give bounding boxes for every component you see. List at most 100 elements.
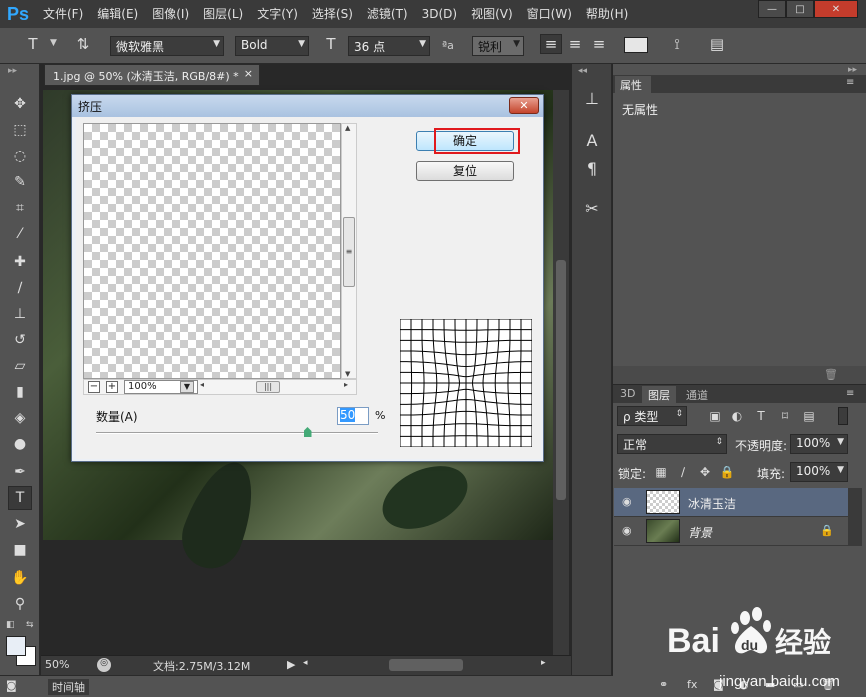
swap-colors-icon[interactable]: ⇆: [26, 620, 34, 630]
menu-item[interactable]: 帮助(H): [579, 0, 635, 28]
text-orientation-icon[interactable]: ⇅: [72, 34, 94, 54]
lock-image-icon[interactable]: ∕: [674, 463, 692, 481]
reset-button[interactable]: 复位: [416, 161, 514, 181]
status-menu-icon[interactable]: ▶: [287, 658, 295, 671]
collapse-panel-icon[interactable]: ▸▸: [848, 65, 857, 75]
collapse-toolbar-icon[interactable]: ▸▸: [8, 66, 17, 76]
opacity-input[interactable]: 100% ▼: [790, 434, 848, 454]
move-tool-icon[interactable]: ✥: [8, 92, 32, 116]
scroll-right-icon[interactable]: ▸: [541, 658, 546, 668]
filter-smart-object-icon[interactable]: ▤: [800, 407, 818, 425]
antialias-select[interactable]: 锐利 ▼: [472, 36, 524, 56]
lasso-tool-icon[interactable]: ◌: [8, 144, 32, 168]
eye-icon[interactable]: ◉: [622, 495, 636, 509]
trash-icon[interactable]: 🗑: [824, 368, 838, 381]
paragraph-panel-icon[interactable]: ¶: [580, 156, 604, 180]
zoom-tool-icon[interactable]: ⚲: [8, 592, 32, 616]
dialog-title-bar[interactable]: 挤压: [72, 95, 543, 117]
document-vertical-scroll-thumb[interactable]: [556, 260, 566, 500]
eyedropper-tool-icon[interactable]: ⁄: [8, 222, 32, 246]
timeline-collapse-icon[interactable]: ◙: [6, 679, 17, 692]
minimize-button[interactable]: —: [758, 0, 786, 18]
properties-tab[interactable]: 属性: [615, 76, 651, 93]
layer-filter-select[interactable]: ρ 类型 ⇕: [617, 406, 687, 426]
filter-pixel-icon[interactable]: ▣: [706, 407, 724, 425]
amount-input[interactable]: 50: [337, 407, 369, 425]
marquee-tool-icon[interactable]: ⬚: [8, 118, 32, 142]
menu-item[interactable]: 滤镜(T): [360, 0, 415, 28]
dialog-close-button[interactable]: ✕: [509, 97, 539, 114]
filter-shape-icon[interactable]: ⌑: [776, 407, 794, 425]
tab-layers[interactable]: 图层: [642, 386, 676, 403]
menu-item[interactable]: 图像(I): [145, 0, 196, 28]
eye-icon[interactable]: ◉: [622, 524, 636, 538]
preset-caret-icon[interactable]: ▼: [50, 38, 57, 48]
filter-adjustment-icon[interactable]: ◐: [728, 407, 746, 425]
filter-preview[interactable]: [83, 123, 341, 379]
fill-input[interactable]: 100% ▼: [790, 462, 848, 482]
lock-transparent-icon[interactable]: ▦: [652, 463, 670, 481]
menu-item[interactable]: 3D(D): [415, 0, 464, 28]
menu-item[interactable]: 编辑(E): [90, 0, 145, 28]
text-tool-preset-icon[interactable]: T: [22, 34, 44, 54]
clone-stamp-tool-icon[interactable]: ⊥: [8, 302, 32, 326]
type-tool-icon[interactable]: T: [8, 486, 32, 510]
font-family-select[interactable]: 微软雅黑 ▼: [110, 36, 224, 56]
pen-tool-icon[interactable]: ✒: [8, 460, 32, 484]
tab-channels[interactable]: 通道: [680, 386, 714, 403]
gradient-tool-icon[interactable]: ▮: [8, 380, 32, 404]
path-selection-tool-icon[interactable]: ➤: [8, 512, 32, 536]
amount-slider-track[interactable]: [96, 432, 378, 434]
align-left-icon[interactable]: ≡: [540, 34, 562, 54]
menu-item[interactable]: 选择(S): [305, 0, 360, 28]
scroll-left-icon[interactable]: ◂: [200, 380, 204, 389]
menu-item[interactable]: 文件(F): [36, 0, 90, 28]
history-brush-tool-icon[interactable]: ↺: [8, 328, 32, 352]
quick-select-tool-icon[interactable]: ✎: [8, 170, 32, 194]
text-color-swatch[interactable]: [624, 37, 648, 53]
scroll-left-icon[interactable]: ◂: [303, 658, 308, 668]
layer-row[interactable]: ◉ 背景 🔒: [614, 517, 848, 546]
dodge-tool-icon[interactable]: ●: [8, 432, 32, 456]
layer-name[interactable]: 冰清玉洁: [688, 495, 736, 512]
amount-slider-thumb[interactable]: [303, 427, 312, 437]
menu-item[interactable]: 图层(L): [196, 0, 250, 28]
brush-tool-icon[interactable]: ∕: [8, 276, 32, 300]
menu-item[interactable]: 窗口(W): [520, 0, 579, 28]
status-info-icon[interactable]: ◎: [97, 658, 111, 672]
layer-row[interactable]: ◉ 冰清玉洁: [614, 488, 848, 517]
layers-scrollbar[interactable]: [848, 488, 862, 546]
zoom-in-button[interactable]: +: [106, 381, 118, 393]
character-panel-icon[interactable]: ▤: [706, 34, 728, 54]
filter-toggle[interactable]: [838, 407, 848, 425]
align-center-icon[interactable]: ≡: [564, 34, 586, 54]
collapse-dock-icon[interactable]: ◂◂: [578, 66, 587, 76]
crop-tool-icon[interactable]: ⌗: [8, 196, 32, 220]
warp-text-icon[interactable]: ⟟: [666, 34, 688, 54]
horizontal-scroll-thumb[interactable]: [389, 659, 463, 671]
lock-position-icon[interactable]: ✥: [696, 463, 714, 481]
hand-tool-icon[interactable]: ✋: [8, 566, 32, 590]
preview-horizontal-scroll-thumb[interactable]: |||: [256, 381, 280, 393]
default-colors-icon[interactable]: ◧: [6, 620, 15, 630]
document-tab[interactable]: 1.jpg @ 50% (冰清玉洁, RGB/8#) * ×: [44, 64, 260, 86]
preview-vertical-scroll-thumb[interactable]: ≡: [343, 217, 355, 287]
align-right-icon[interactable]: ≡: [588, 34, 610, 54]
character-panel-icon[interactable]: A: [580, 128, 604, 152]
clone-source-panel-icon[interactable]: ⊥: [580, 86, 604, 110]
zoom-level[interactable]: 50%: [45, 658, 69, 671]
panel-menu-icon[interactable]: ≡: [846, 388, 854, 399]
scroll-right-icon[interactable]: ▸: [344, 380, 348, 389]
blur-tool-icon[interactable]: ◈: [8, 406, 32, 430]
healing-brush-tool-icon[interactable]: ✚: [8, 250, 32, 274]
eraser-tool-icon[interactable]: ▱: [8, 354, 32, 378]
maximize-button[interactable]: □: [786, 0, 814, 18]
close-tab-icon[interactable]: ×: [244, 67, 253, 80]
font-size-select[interactable]: 36 点 ▼: [348, 36, 430, 56]
layer-name[interactable]: 背景: [688, 524, 712, 541]
chevron-down-icon[interactable]: ▼: [180, 381, 194, 393]
filter-type-icon[interactable]: T: [752, 407, 770, 425]
scroll-up-icon[interactable]: ▲: [345, 124, 350, 132]
foreground-color-swatch[interactable]: [6, 636, 26, 656]
font-style-select[interactable]: Bold ▼: [235, 36, 309, 56]
